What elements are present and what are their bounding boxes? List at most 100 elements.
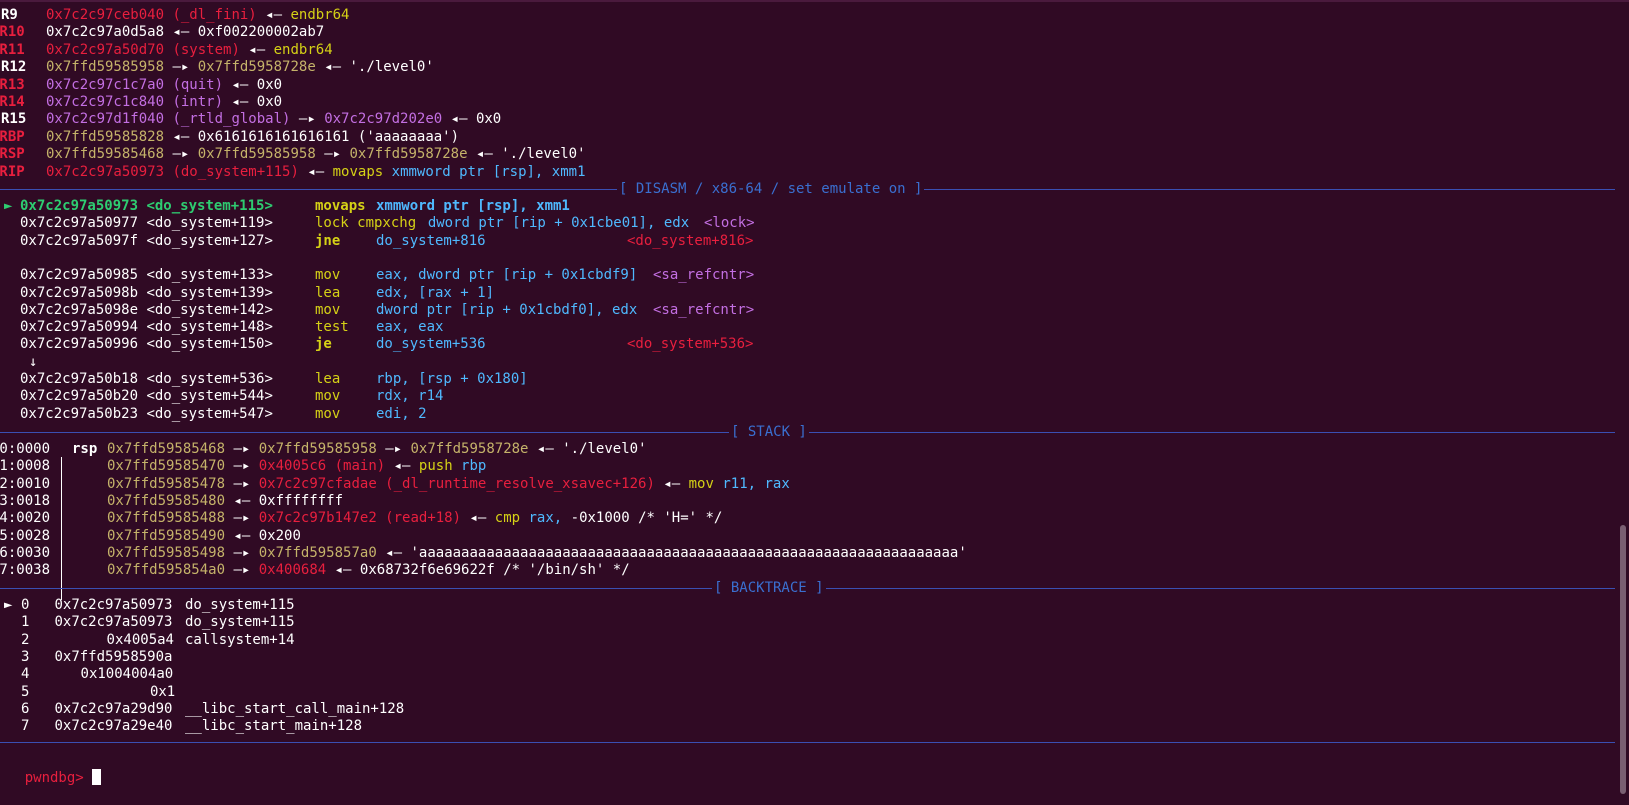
disasm-args: do_system+536 xyxy=(376,336,486,353)
disasm-args: xmmword ptr [rsp], xmm1 xyxy=(376,198,570,214)
register-name: R9 xyxy=(1,7,18,23)
stack-entry: 0x7ffd59585470 —▸ 0x4005c6 (main) ◂— pus… xyxy=(107,457,486,475)
register-deref: 0x7ffd5958728e xyxy=(349,146,468,163)
register-row: *R11 xyxy=(0,41,25,59)
disasm-address: 0x7c2c97a50977 xyxy=(20,215,139,232)
register-target: 0x0 xyxy=(475,111,502,128)
pointer-arrow: ◂— xyxy=(265,7,283,23)
disasm-note: <do_system+816> xyxy=(627,232,754,249)
disasm-opcode: lea xyxy=(315,284,341,301)
disasm-args: dword ptr [rip + 0x1cbe01], edx xyxy=(427,215,690,232)
disasm-address: 0x7c2c97a50b23 xyxy=(20,405,139,422)
frame-symbol: __libc_start_call_main+128 xyxy=(185,700,405,717)
pointer-arrow: —▸ xyxy=(298,111,316,128)
frame-address-line: 0x7c2c97a29d90 xyxy=(54,700,172,718)
stack-value: —▸ xyxy=(233,510,259,527)
disasm-annotation: <sa_refcntr> xyxy=(653,301,754,319)
register-address: 0x7c2c97c1c840 xyxy=(46,94,165,110)
jump-arrow: ↓ xyxy=(29,353,37,371)
instruction-args: xmmword ptr [rsp], xmm1 xyxy=(391,163,586,180)
register-row: *RSP xyxy=(0,145,25,163)
stack-address: 0x7ffd59585470 xyxy=(107,458,226,475)
disasm-note: <do_system+536> xyxy=(627,336,754,353)
stack-offset: 04:0020 xyxy=(0,510,51,527)
disasm-args: dword ptr [rip + 0x1cbdf0], edx xyxy=(376,301,638,318)
frame-marker: ► xyxy=(4,596,12,614)
stack-value: 0x7c2c97b147e2 (read+18) xyxy=(258,510,462,527)
text-segment xyxy=(265,42,273,58)
register-symbol: (system) xyxy=(172,41,240,58)
stack-entry: 0x7ffd59585488 —▸ 0x7c2c97b147e2 (read+1… xyxy=(107,509,722,527)
disasm-instruction: mov xyxy=(315,405,340,423)
frame-number: 5 xyxy=(21,683,29,701)
stack-value: ◂— 0x68732f6e69622f /* '/bin/sh' */ xyxy=(326,562,630,579)
frame-address: 0x7c2c97a50973 xyxy=(54,597,173,613)
stack-reg-label: rsp xyxy=(72,441,98,457)
register-value: 0x7ffd59585468 —▸ 0x7ffd59585958 —▸ 0x7f… xyxy=(46,145,586,163)
register-address: 0x7c2c97a50973 xyxy=(46,163,165,180)
disasm-symbol: <do_system+133> xyxy=(146,267,273,284)
stack-register: rsp xyxy=(72,440,97,458)
disasm-opcode: mov xyxy=(315,405,341,422)
register-target: endbr64 xyxy=(290,7,350,23)
stack-offset: 03:0018 xyxy=(0,492,51,509)
text-cursor xyxy=(92,769,102,785)
register-symbol: (quit) xyxy=(172,76,224,93)
disasm-line: 0x7c2c97a5098b <do_system+139> xyxy=(20,284,273,302)
top-border xyxy=(0,0,1629,2)
stack-address: 0x7ffd59585468 xyxy=(107,441,226,457)
disasm-symbol: <do_system+139> xyxy=(146,284,273,301)
disasm-title: [ DISASM / x86-64 / set emulate on ] xyxy=(617,180,925,198)
disasm-symbol: <do_system+142> xyxy=(146,301,273,318)
frame-number: 1 xyxy=(21,613,29,631)
disasm-line: 0x7c2c97a50b23 <do_system+547> xyxy=(20,405,273,423)
stack-title: [ STACK ] xyxy=(729,423,809,441)
stack-entry: 0x7ffd59585498 —▸ 0x7ffd595857a0 ◂— 'aaa… xyxy=(107,544,967,562)
register-name: *R13 xyxy=(0,76,25,93)
disasm-operands: dword ptr [rip + 0x1cbe01], edx xyxy=(428,214,689,232)
register-name: *RBP xyxy=(0,128,25,145)
pointer-arrow: ◂— xyxy=(324,59,342,76)
register-name: *R11 xyxy=(0,41,25,58)
frame-number: 6 xyxy=(21,700,29,718)
register-value: 0x7ffd59585828 ◂— 0x6161616161616161 ('a… xyxy=(46,128,459,146)
register-row: *R14 xyxy=(0,93,25,111)
terminal[interactable]: R9 0x7c2c97ceb040 (_dl_fini) ◂— endbr64 *R… xyxy=(0,0,1629,794)
text-segment xyxy=(189,24,197,40)
stack-value: cmp xyxy=(494,510,521,527)
frame-index: 0 xyxy=(21,597,30,613)
disasm-args: eax, dword ptr [rip + 0x1cbdf9] xyxy=(376,267,638,284)
register-address: 0x7c2c97d1f040 xyxy=(46,111,165,128)
disasm-line: 0x7c2c97a50996 <do_system+150> xyxy=(20,335,273,353)
text-segment xyxy=(341,59,349,75)
command-prompt[interactable]: pwndbg> xyxy=(0,751,102,786)
text-segment xyxy=(189,59,197,75)
stack-value: 0x400684 xyxy=(258,562,327,579)
register-name: *RSP xyxy=(0,146,25,163)
register-name: *RIP xyxy=(0,163,25,180)
stack-offset: 05:0028 xyxy=(0,527,51,544)
disasm-operands: dword ptr [rip + 0x1cbdf0], edx xyxy=(376,301,637,319)
scrollbar-thumb[interactable] xyxy=(1620,525,1626,794)
disasm-symbol: <do_system+544> xyxy=(146,388,273,405)
frame-address: 0x7c2c97a29e40 xyxy=(54,718,173,735)
register-value: 0x7c2c97c1c840 (intr) ◂— 0x0 xyxy=(46,93,282,111)
disasm-address: 0x7c2c97a5098e xyxy=(20,301,139,318)
disasm-instruction: mov xyxy=(315,387,340,405)
frame-address: 0x1004004a0 xyxy=(80,666,174,683)
register-target: 0xf002200002ab7 xyxy=(197,24,325,41)
stack-address: 0x7ffd59585490 xyxy=(107,527,226,544)
stack-index: 01:0008 xyxy=(0,457,50,475)
stack-value: 0x7c2c97cfadae (_dl_runtime_resolve_xsav… xyxy=(258,475,655,492)
backtrace-title: [ BACKTRACE ] xyxy=(712,579,826,597)
frame-address: 0x7c2c97a50973 xyxy=(54,614,173,631)
current-frame-icon: ► xyxy=(4,597,13,613)
stack-value: rbp xyxy=(452,458,487,475)
frame-number: 3 xyxy=(21,648,29,666)
register-value: 0x7c2c97a50973 (do_system+115) ◂— movaps… xyxy=(46,163,586,181)
disasm-note: <lock> xyxy=(704,215,755,232)
pointer-arrow: ◂— xyxy=(248,41,266,58)
stack-offset: 00:0000 xyxy=(0,441,51,457)
disasm-operands: do_system+536 xyxy=(376,335,486,353)
stack-value: push xyxy=(418,458,453,475)
